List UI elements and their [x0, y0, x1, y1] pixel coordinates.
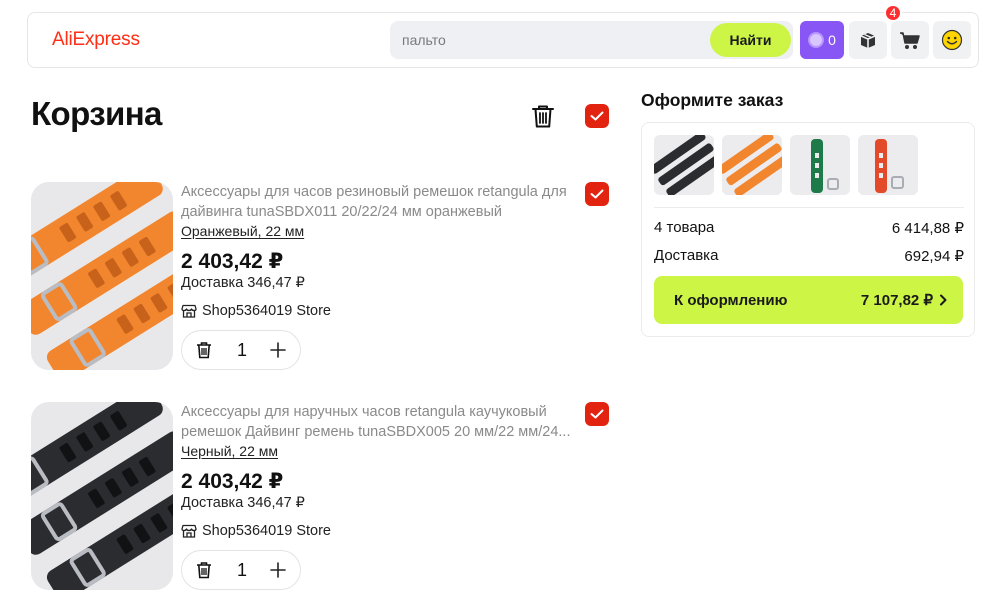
item-shop-link[interactable]: Shop5364019 Store: [181, 303, 331, 319]
page-title: Корзина: [31, 95, 162, 132]
strap-image: [790, 135, 850, 195]
coins-button[interactable]: 0: [800, 21, 844, 59]
item-title[interactable]: Аксессуары для часов резиновый ремешок r…: [181, 182, 573, 222]
cart-button[interactable]: [891, 21, 929, 59]
item-variant-link[interactable]: Черный, 22 мм: [181, 443, 278, 459]
search-bar: Найти: [390, 21, 793, 59]
shop-name: Shop5364019 Store: [202, 303, 331, 319]
summary-title: Оформите заказ: [641, 90, 784, 110]
item-shop-link[interactable]: Shop5364019 Store: [181, 523, 331, 539]
product-image[interactable]: [31, 182, 173, 370]
trash-icon[interactable]: [194, 560, 214, 580]
order-summary-card: 4 товара 6 414,88 ₽ Доставка 692,94 ₽ К …: [641, 122, 975, 337]
summary-items-row: 4 товара 6 414,88 ₽: [654, 219, 964, 237]
summary-thumb-green[interactable]: [790, 135, 850, 195]
item-price: 2 403,42 ₽: [181, 470, 284, 493]
header-bar: AliExpress Найти 0: [27, 12, 979, 68]
trash-icon[interactable]: [194, 340, 214, 360]
strap-image: [31, 182, 173, 370]
aliexpress-logo[interactable]: AliExpress: [52, 29, 140, 51]
strap-image: [654, 135, 714, 195]
summary-thumbnails: [654, 135, 918, 195]
checkmark-icon: [590, 189, 604, 199]
select-all-checkbox[interactable]: [585, 104, 609, 128]
item-title[interactable]: Аксессуары для наручных часов retangula …: [181, 402, 573, 442]
quantity-stepper: 1: [181, 550, 301, 590]
chevron-right-icon: [940, 294, 947, 306]
summary-thumb-black[interactable]: [654, 135, 714, 195]
strap-image: [722, 135, 782, 195]
coin-icon: [808, 32, 825, 48]
checkmark-icon: [590, 409, 604, 419]
checkmark-icon: [590, 111, 604, 121]
checkout-total-group: 7 107,82 ₽: [861, 291, 947, 309]
item-price: 2 403,42 ₽: [181, 250, 284, 273]
summary-divider: [654, 207, 964, 208]
search-input[interactable]: [402, 29, 702, 51]
summary-thumb-orange[interactable]: [722, 135, 782, 195]
profile-button[interactable]: [933, 21, 971, 59]
cart-count-badge: 4: [884, 4, 902, 22]
store-icon: [181, 304, 197, 318]
package-icon: [860, 33, 876, 48]
item-delivery: Доставка 346,47 ₽: [181, 495, 305, 511]
item-variant-link[interactable]: Оранжевый, 22 мм: [181, 223, 304, 239]
search-button[interactable]: Найти: [710, 23, 791, 57]
delete-selected-button[interactable]: [529, 102, 557, 130]
cart-item: Аксессуары для часов резиновый ремешок r…: [31, 182, 611, 372]
coins-count: 0: [828, 32, 836, 48]
quantity-value[interactable]: 1: [234, 340, 250, 361]
item-delivery: Доставка 346,47 ₽: [181, 275, 305, 291]
orders-button[interactable]: [849, 21, 887, 59]
summary-delivery-row: Доставка 692,94 ₽: [654, 247, 964, 265]
quantity-stepper: 1: [181, 330, 301, 370]
trash-icon: [532, 105, 554, 128]
items-total: 6 414,88 ₽: [891, 220, 964, 237]
checkout-label: К оформлению: [674, 291, 788, 309]
cart-item: Аксессуары для наручных часов retangula …: [31, 402, 611, 592]
delivery-total: 692,94 ₽: [904, 248, 964, 265]
quantity-value[interactable]: 1: [234, 560, 250, 581]
plus-icon[interactable]: [268, 340, 288, 360]
delivery-label: Доставка: [654, 247, 719, 264]
store-icon: [181, 524, 197, 538]
checkout-total: 7 107,82 ₽: [860, 292, 933, 309]
item-checkbox[interactable]: [585, 182, 609, 206]
checkout-button[interactable]: К оформлению 7 107,82 ₽: [654, 276, 963, 324]
strap-image: [31, 402, 173, 590]
smiley-icon: [941, 29, 963, 51]
summary-thumb-red[interactable]: [858, 135, 918, 195]
cart-icon: [900, 32, 920, 49]
product-image[interactable]: [31, 402, 173, 590]
shop-name: Shop5364019 Store: [202, 523, 331, 539]
strap-image: [858, 135, 918, 195]
plus-icon[interactable]: [268, 560, 288, 580]
items-count-label: 4 товара: [654, 219, 715, 236]
item-checkbox[interactable]: [585, 402, 609, 426]
